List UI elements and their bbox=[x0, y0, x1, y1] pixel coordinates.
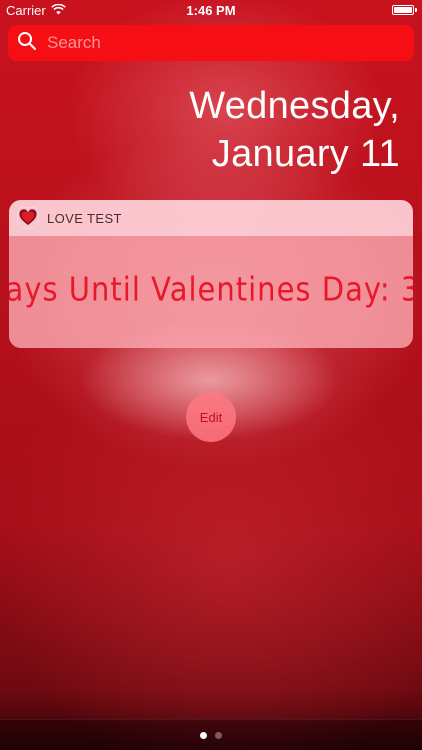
heart-icon bbox=[17, 207, 39, 229]
countdown-text: Days Until Valentines Day: 33 bbox=[9, 269, 413, 309]
date-display: Wednesday, January 11 bbox=[189, 82, 400, 178]
search-input[interactable] bbox=[45, 32, 389, 54]
page-indicator[interactable] bbox=[0, 732, 422, 739]
status-bar: Carrier 1:46 PM bbox=[0, 0, 422, 22]
search-icon bbox=[17, 31, 37, 56]
date-month-day: January 11 bbox=[211, 133, 400, 175]
search-bar[interactable] bbox=[8, 25, 414, 61]
status-time: 1:46 PM bbox=[186, 3, 236, 18]
widget-title: LOVE TEST bbox=[47, 210, 122, 226]
widget-header[interactable]: LOVE TEST bbox=[9, 200, 413, 236]
battery-icon bbox=[392, 5, 417, 15]
love-test-widget[interactable]: LOVE TEST Days Until Valentines Day: 33 bbox=[9, 200, 413, 348]
date-weekday: Wednesday, bbox=[189, 85, 400, 127]
page-dot-1[interactable] bbox=[200, 732, 207, 739]
edit-button[interactable]: Edit bbox=[186, 392, 236, 442]
page-dot-2[interactable] bbox=[215, 732, 222, 739]
widget-body[interactable]: Days Until Valentines Day: 33 bbox=[9, 236, 413, 348]
